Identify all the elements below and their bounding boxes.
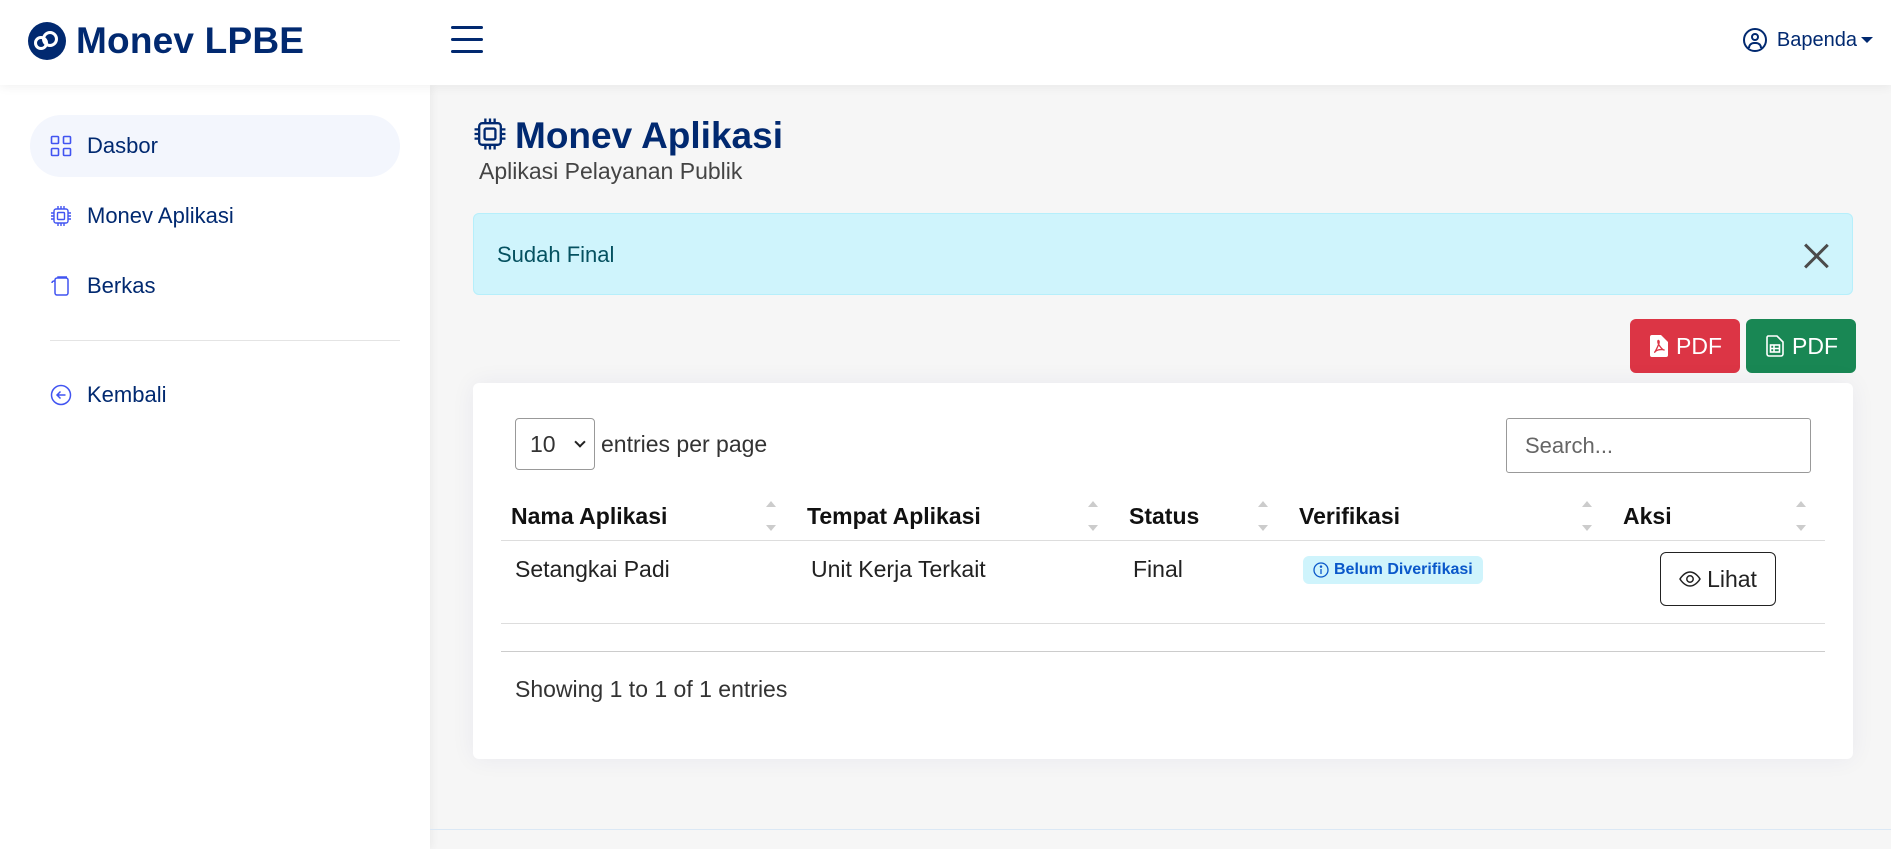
per-page-select[interactable]: 10: [515, 418, 595, 470]
caret-down-icon: [1861, 37, 1873, 43]
sort-icon: [1582, 501, 1592, 531]
sort-icon: [1258, 501, 1268, 531]
table-footer-divider: [501, 651, 1825, 652]
sort-icon: [766, 501, 776, 531]
view-button-label: Lihat: [1707, 565, 1757, 592]
file-spreadsheet-icon: [1766, 335, 1784, 357]
top-navbar: Monev LPBE Bapenda: [0, 0, 1891, 85]
header-aksi[interactable]: Aksi: [1623, 503, 1672, 530]
sidebar-item-label: Monev Aplikasi: [87, 203, 234, 228]
sort-icon: [1088, 501, 1098, 531]
export-pdf-button[interactable]: PDF: [1630, 319, 1740, 373]
table-header-row: Nama Aplikasi Tempat Aplikasi Status Ver…: [501, 491, 1825, 541]
brand-title: Monev LPBE: [76, 20, 305, 61]
eye-icon: [1679, 571, 1701, 587]
header-verifikasi[interactable]: Verifikasi: [1299, 503, 1400, 530]
view-button[interactable]: Lihat: [1660, 552, 1776, 606]
info-alert: Sudah Final: [473, 213, 1853, 295]
hamburger-icon-bar: [451, 26, 483, 29]
table-row: Setangkai Padi Unit Kerja Terkait Final …: [501, 541, 1825, 624]
file-pdf-icon: [1650, 335, 1668, 357]
header-tempat-aplikasi[interactable]: Tempat Aplikasi: [807, 503, 981, 530]
hamburger-icon-bar: [451, 50, 483, 53]
alert-message: Sudah Final: [497, 242, 615, 267]
grid-icon: [50, 135, 72, 157]
per-page-label: entries per page: [601, 430, 768, 457]
page-title-text: Monev Aplikasi: [515, 115, 783, 156]
sidebar-item-label: Dasbor: [87, 133, 158, 158]
brand[interactable]: Monev LPBE: [28, 20, 304, 62]
close-icon[interactable]: [1802, 242, 1830, 270]
table-info: Showing 1 to 1 of 1 entries: [515, 676, 788, 702]
sidebar-divider: [50, 340, 400, 341]
sidebar-item-dasbor[interactable]: Dasbor: [30, 115, 400, 177]
files-icon: [50, 275, 72, 297]
cell-tempat-aplikasi: Unit Kerja Terkait: [811, 556, 986, 582]
header-nama-aplikasi[interactable]: Nama Aplikasi: [511, 503, 667, 530]
sort-icon: [1796, 501, 1806, 531]
sidebar-item-label: Berkas: [87, 273, 156, 298]
entries-per-page: 10 entries per page: [515, 418, 767, 470]
footer-divider: [430, 829, 1891, 830]
cell-status: Final: [1133, 556, 1183, 582]
sidebar-toggle-button[interactable]: [451, 26, 483, 54]
badge-label: Belum Diverifikasi: [1334, 561, 1473, 578]
user-menu-dropdown[interactable]: Bapenda: [1742, 28, 1873, 52]
user-name: Bapenda: [1776, 28, 1857, 51]
sidebar: Dasbor Monev Aplikasi Berkas Kembali: [0, 85, 430, 849]
search-input[interactable]: [1506, 418, 1811, 473]
chevron-down-icon: [574, 436, 586, 448]
sidebar-item-monev-aplikasi[interactable]: Monev Aplikasi: [30, 185, 400, 247]
person-circle-icon: [1742, 28, 1767, 52]
export-excel-label: PDF: [1792, 332, 1838, 359]
page-subtitle: Aplikasi Pelayanan Publik: [479, 158, 743, 184]
steam-logo-icon: [28, 22, 66, 60]
cpu-icon: [50, 205, 72, 227]
arrow-left-circle-icon: [50, 384, 72, 406]
export-excel-button[interactable]: PDF: [1746, 319, 1856, 373]
sidebar-item-label: Kembali: [87, 382, 167, 407]
page-title: Monev Aplikasi: [473, 115, 783, 157]
sidebar-item-kembali[interactable]: Kembali: [30, 364, 400, 426]
header-status[interactable]: Status: [1129, 503, 1199, 530]
verification-status-badge: Belum Diverifikasi: [1303, 556, 1483, 584]
cell-nama-aplikasi: Setangkai Padi: [515, 556, 670, 582]
hamburger-icon-bar: [451, 38, 483, 41]
export-pdf-label: PDF: [1676, 332, 1722, 359]
cpu-icon: [473, 117, 507, 156]
datatable-card: 10 entries per page Nama Aplikasi Tempat…: [473, 383, 1853, 759]
data-table: Nama Aplikasi Tempat Aplikasi Status Ver…: [501, 491, 1825, 624]
info-circle-icon: [1313, 562, 1329, 578]
per-page-value: 10: [530, 430, 556, 457]
sidebar-item-berkas[interactable]: Berkas: [30, 255, 400, 317]
